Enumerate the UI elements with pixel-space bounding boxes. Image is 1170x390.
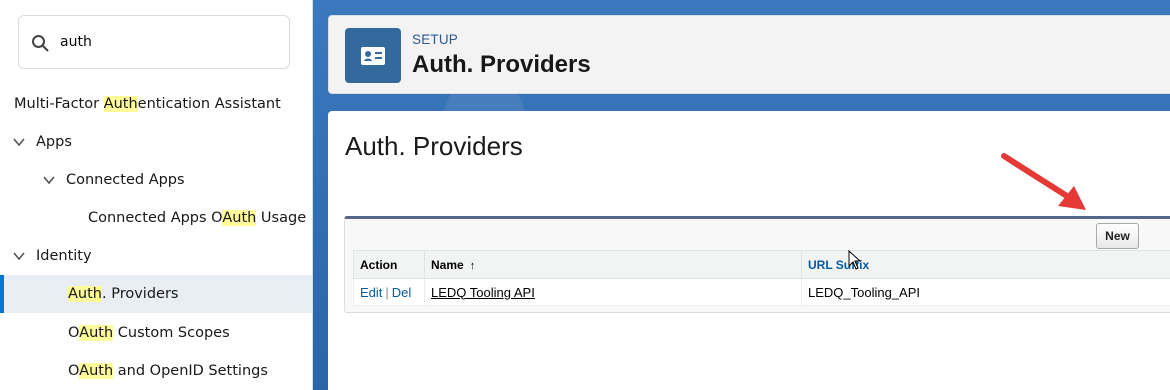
- sort-ascending-icon: ↑: [469, 259, 476, 272]
- search-icon: [32, 35, 49, 52]
- sidebar-item-label: Apps: [36, 134, 72, 150]
- auth-providers-table: Action Name ↑ URL Suffix Edit | Del LEDQ To…: [353, 250, 1170, 306]
- sidebar-item-label: Connected Apps OAuth Usage: [88, 210, 307, 226]
- sidebar-item-label: Multi-Factor Authentication Assistant: [14, 96, 281, 112]
- page-header: SETUP Auth. Providers: [328, 15, 1170, 94]
- search-input[interactable]: auth: [60, 34, 92, 50]
- page-title: Auth. Providers: [345, 131, 523, 161]
- sidebar-item-oauth-openid-settings[interactable]: OAuth and OpenID Settings: [0, 352, 312, 390]
- new-button[interactable]: New: [1096, 223, 1139, 249]
- sidebar-item-apps[interactable]: Apps: [0, 123, 312, 161]
- mouse-cursor-icon: [848, 250, 862, 270]
- header-eyebrow: SETUP: [412, 32, 459, 47]
- quick-find-search[interactable]: auth: [18, 15, 290, 69]
- sidebar-item-connected-apps[interactable]: Connected Apps: [0, 161, 312, 199]
- provider-name-link[interactable]: LEDQ Tooling API: [431, 285, 535, 300]
- setup-sidebar: auth Multi-Factor Authentication Assista…: [0, 0, 313, 390]
- delete-link[interactable]: Del: [392, 285, 412, 300]
- action-cell: Edit | Del: [353, 278, 425, 306]
- sidebar-item-label: Identity: [36, 248, 92, 264]
- sidebar-item-auth-providers[interactable]: Auth. Providers: [0, 275, 312, 313]
- sidebar-item-label: OAuth Custom Scopes: [68, 325, 230, 341]
- action-separator: |: [385, 284, 389, 300]
- column-header-action: Action: [353, 250, 425, 279]
- sidebar-item-identity[interactable]: Identity: [0, 237, 312, 275]
- table-row: Edit | Del LEDQ Tooling API LEDQ_Tooling_A…: [353, 278, 1170, 306]
- header-title: Auth. Providers: [412, 51, 591, 78]
- auth-providers-list: New Action Name ↑ URL Suffix Edit | Del LED…: [344, 216, 1170, 313]
- sidebar-item-label: OAuth and OpenID Settings: [68, 363, 268, 379]
- sidebar-item-label: Auth. Providers: [68, 286, 179, 302]
- chevron-down-icon[interactable]: [12, 249, 26, 263]
- sidebar-item-connected-apps-oauth-usage[interactable]: Connected Apps OAuth Usage: [0, 199, 312, 237]
- edit-link[interactable]: Edit: [360, 285, 382, 300]
- chevron-down-icon[interactable]: [12, 135, 26, 149]
- sidebar-item-mfa-assistant[interactable]: Multi-Factor Authentication Assistant: [0, 85, 312, 123]
- sidebar-item-oauth-custom-scopes[interactable]: OAuth Custom Scopes: [0, 314, 312, 352]
- column-header-name[interactable]: Name ↑: [424, 250, 802, 279]
- sidebar-item-label: Connected Apps: [66, 172, 185, 188]
- identity-card-icon: [345, 28, 401, 83]
- table-header-row: Action Name ↑ URL Suffix: [353, 250, 1170, 279]
- url-suffix-cell: LEDQ_Tooling_API: [801, 278, 1170, 306]
- annotation-arrow-icon: [1001, 153, 1086, 210]
- name-cell: LEDQ Tooling API: [424, 278, 802, 306]
- chevron-down-icon[interactable]: [42, 173, 56, 187]
